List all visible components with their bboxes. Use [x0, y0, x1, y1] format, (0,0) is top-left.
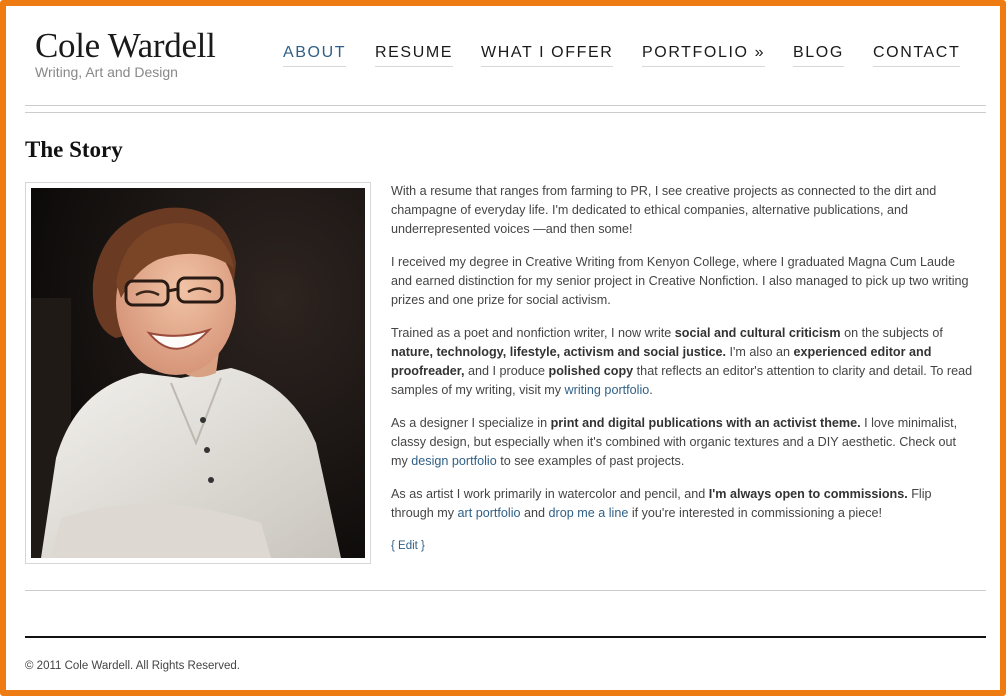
- footer-divider: [25, 636, 986, 638]
- footer-copyright: © 2011 Cole Wardell. All Rights Reserved…: [25, 660, 240, 672]
- site-title[interactable]: Cole Wardell: [35, 26, 216, 66]
- contact-link[interactable]: drop me a line: [549, 506, 629, 520]
- nav-item-resume[interactable]: RESUME: [375, 44, 454, 67]
- story-paragraph: As as artist I work primarily in waterco…: [391, 487, 932, 520]
- portrait-photo: [25, 182, 371, 564]
- nav-item-blog[interactable]: BLOG: [793, 44, 844, 67]
- story-paragraph: I received my degree in Creative Writing…: [391, 255, 969, 307]
- nav-item-what-i-offer[interactable]: WHAT I OFFER: [481, 44, 614, 67]
- page-title: The Story: [25, 137, 123, 162]
- design-portfolio-link[interactable]: design portfolio: [411, 454, 496, 468]
- page-frame: Cole Wardell Writing, Art and Design ABO…: [0, 0, 1006, 696]
- header-divider-top: [25, 105, 986, 106]
- site-header: Cole Wardell Writing, Art and Design ABO…: [6, 6, 1000, 106]
- story-content: With a resume that ranges from farming t…: [391, 182, 976, 556]
- nav-item-about[interactable]: ABOUT: [283, 44, 347, 67]
- header-divider-bottom: [25, 112, 986, 113]
- art-portfolio-link[interactable]: art portfolio: [458, 506, 521, 520]
- content-divider: [25, 590, 986, 591]
- nav-item-contact[interactable]: CONTACT: [873, 44, 961, 67]
- nav-item-portfolio[interactable]: PORTFOLIO »: [642, 44, 766, 67]
- site-tagline: Writing, Art and Design: [35, 64, 178, 80]
- story-paragraph: With a resume that ranges from farming t…: [391, 184, 937, 236]
- edit-link[interactable]: { Edit }: [391, 537, 976, 556]
- portrait-photo-icon: [31, 188, 365, 558]
- writing-portfolio-link[interactable]: writing portfolio: [565, 383, 650, 397]
- story-paragraph: Trained as a poet and nonfiction writer,…: [391, 326, 973, 397]
- story-paragraph: As a designer I specialize in print and …: [391, 416, 958, 468]
